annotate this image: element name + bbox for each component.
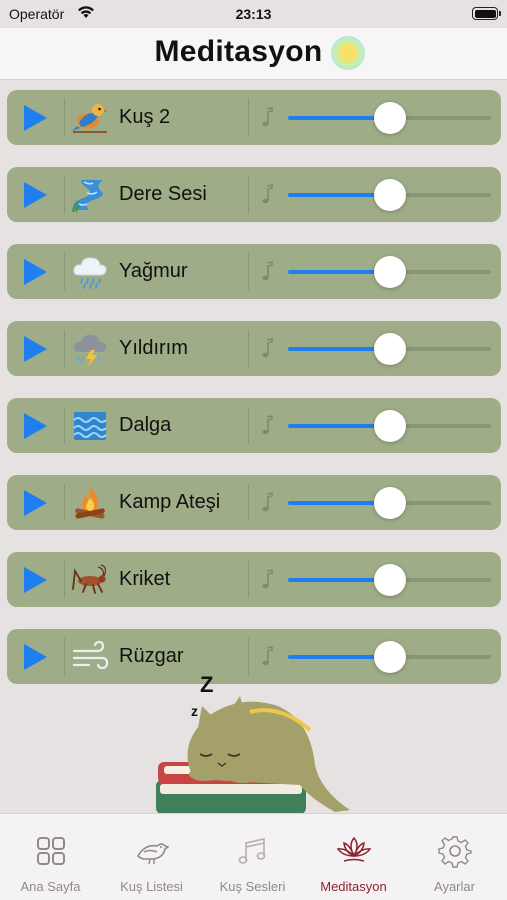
- sleeping-cat-illustration: Z z: [156, 672, 350, 814]
- lotus-icon: [336, 836, 371, 862]
- tab-ayarlar[interactable]: Ayarlar: [404, 814, 505, 900]
- tab-meditasyon[interactable]: Meditasyon: [303, 814, 404, 900]
- bird-outline-icon: [136, 843, 169, 865]
- status-bar: Operatör 23:13: [0, 0, 507, 28]
- stream-icon: [72, 180, 103, 213]
- sun-icon: [331, 36, 365, 70]
- wind-icon: [72, 640, 109, 670]
- sound-row-yildirim: Yıldırım: [7, 321, 501, 376]
- tab-ana-sayfa[interactable]: Ana Sayfa: [0, 814, 101, 900]
- sound-row-dalga: Dalga: [7, 398, 501, 453]
- page-title: Meditasyon: [154, 35, 323, 68]
- divider: [248, 484, 249, 521]
- play-button[interactable]: [21, 258, 49, 286]
- volume-slider[interactable]: [288, 564, 491, 596]
- grid-icon: [36, 837, 65, 865]
- rain-cloud-icon: [73, 257, 107, 289]
- volume-slider[interactable]: [288, 179, 491, 211]
- sound-name: Yağmur: [119, 260, 188, 282]
- sound-row-dere-sesi: Dere Sesi: [7, 167, 501, 222]
- play-button[interactable]: [21, 412, 49, 440]
- sound-name: Kuş 2: [119, 106, 171, 128]
- wave-icon: [73, 412, 107, 440]
- divider: [64, 330, 65, 367]
- divider: [248, 253, 249, 290]
- tab-bar: Ana Sayfa Kuş Listesi Kuş Sesleri Medita…: [0, 813, 507, 900]
- clock: 23:13: [235, 6, 272, 22]
- sound-name: Kriket: [119, 568, 171, 590]
- sleep-z-large: Z: [200, 672, 213, 697]
- volume-slider-thumb[interactable]: [373, 487, 406, 519]
- cricket-icon: [72, 564, 107, 594]
- tab-label: Meditasyon: [320, 879, 387, 894]
- divider: [64, 253, 65, 290]
- divider: [64, 99, 65, 136]
- volume-slider-thumb[interactable]: [373, 641, 406, 673]
- divider: [248, 330, 249, 367]
- volume-slider-thumb[interactable]: [373, 564, 406, 596]
- volume-slider[interactable]: [288, 410, 491, 442]
- battery-icon: [472, 7, 501, 20]
- volume-slider[interactable]: [288, 102, 491, 134]
- play-button[interactable]: [21, 566, 49, 594]
- divider: [64, 638, 65, 675]
- divider: [64, 176, 65, 213]
- music-note-icon: [262, 415, 273, 435]
- play-button[interactable]: [21, 104, 49, 132]
- sleep-z-small: z: [191, 703, 198, 719]
- sound-row-yagmur: Yağmur: [7, 244, 501, 299]
- divider: [64, 561, 65, 598]
- play-button[interactable]: [21, 489, 49, 517]
- volume-slider-thumb[interactable]: [373, 256, 406, 288]
- sound-name: Dere Sesi: [119, 183, 207, 205]
- music-note-icon: [262, 646, 273, 666]
- volume-slider-thumb[interactable]: [373, 102, 406, 134]
- tab-label: Ayarlar: [434, 879, 475, 894]
- tab-label: Ana Sayfa: [20, 879, 81, 894]
- music-notes-icon: [238, 838, 265, 864]
- play-button[interactable]: [21, 335, 49, 363]
- divider: [248, 176, 249, 213]
- tab-kus-listesi[interactable]: Kuş Listesi: [101, 814, 202, 900]
- sound-name: Rüzgar: [119, 645, 184, 667]
- tab-label: Kuş Listesi: [120, 879, 183, 894]
- music-note-icon: [262, 569, 273, 589]
- volume-slider-thumb[interactable]: [373, 410, 406, 442]
- navigation-bar: Meditasyon: [0, 28, 507, 80]
- gear-icon: [437, 836, 472, 868]
- divider: [248, 561, 249, 598]
- sound-name: Kamp Ateşi: [119, 491, 221, 513]
- music-note-icon: [262, 107, 273, 127]
- tab-kus-sesleri[interactable]: Kuş Sesleri: [202, 814, 303, 900]
- play-button[interactable]: [21, 181, 49, 209]
- music-note-icon: [262, 338, 273, 358]
- volume-slider[interactable]: [288, 641, 491, 673]
- volume-slider-thumb[interactable]: [373, 333, 406, 365]
- divider: [248, 99, 249, 136]
- music-note-icon: [262, 492, 273, 512]
- volume-slider[interactable]: [288, 487, 491, 519]
- volume-slider[interactable]: [288, 333, 491, 365]
- sound-name: Yıldırım: [119, 337, 188, 359]
- bird-icon: [72, 104, 108, 133]
- volume-slider-thumb[interactable]: [373, 179, 406, 211]
- play-button[interactable]: [21, 643, 49, 671]
- sound-row-kriket: Kriket: [7, 552, 501, 607]
- music-note-icon: [262, 261, 273, 281]
- thunderstorm-icon: [73, 334, 107, 367]
- tab-label: Kuş Sesleri: [219, 879, 286, 894]
- divider: [248, 407, 249, 444]
- divider: [64, 407, 65, 444]
- music-note-icon: [262, 184, 273, 204]
- sound-row-kus-2: Kuş 2: [7, 90, 501, 145]
- campfire-icon: [75, 487, 105, 519]
- sound-row-kamp-atesi: Kamp Ateşi: [7, 475, 501, 530]
- volume-slider[interactable]: [288, 256, 491, 288]
- sound-name: Dalga: [119, 414, 172, 436]
- divider: [64, 484, 65, 521]
